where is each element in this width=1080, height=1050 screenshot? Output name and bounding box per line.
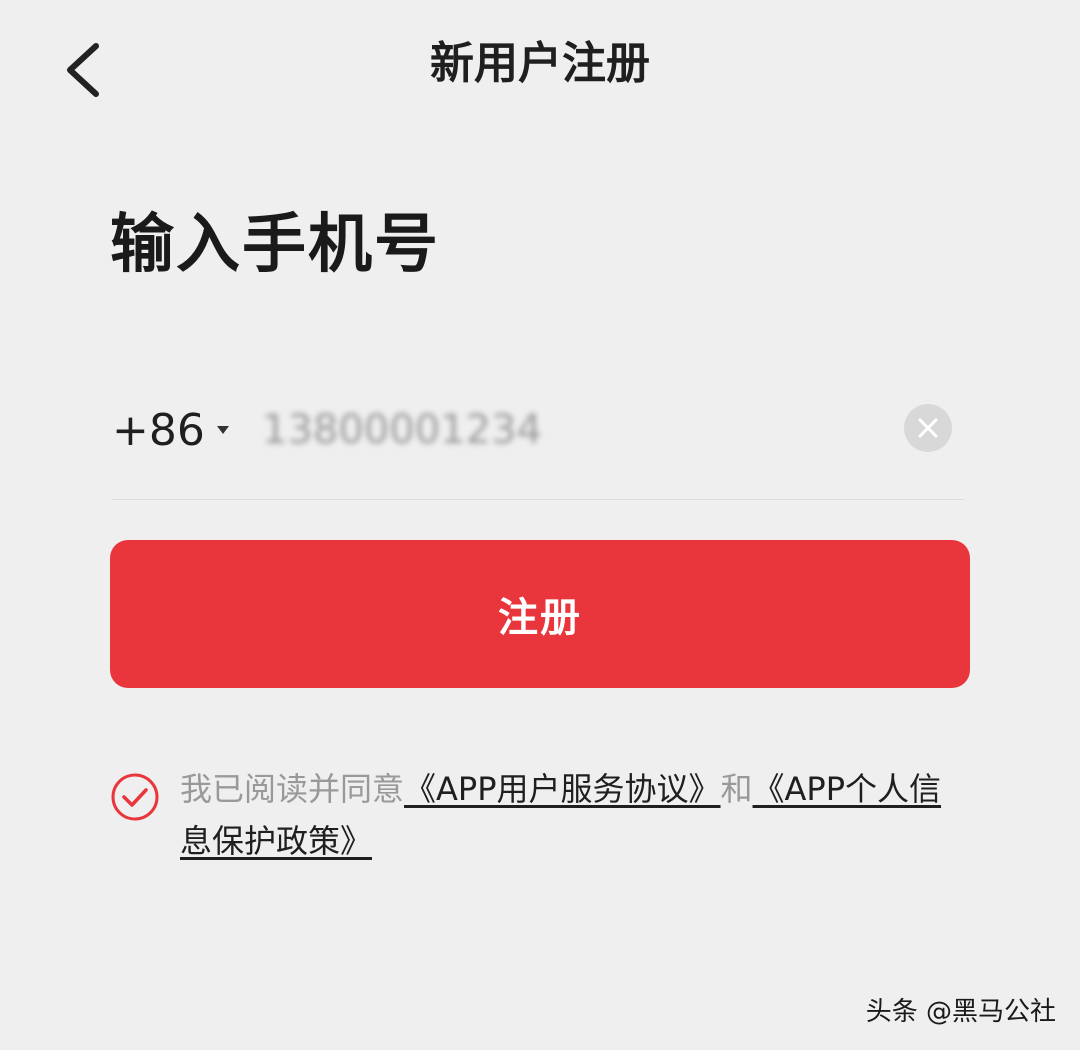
agreement-checkbox[interactable]	[110, 772, 160, 822]
country-code-label: +86	[112, 404, 205, 456]
service-agreement-link[interactable]: 《APP用户服务协议》	[404, 770, 721, 808]
clear-input-button[interactable]	[904, 404, 952, 452]
country-code-selector[interactable]: +86	[112, 400, 229, 460]
phone-input[interactable]	[262, 400, 862, 460]
section-heading: 输入手机号	[110, 208, 440, 282]
checkmark-circle-icon	[111, 773, 159, 821]
input-divider	[112, 499, 964, 500]
watermark: 头条 @黑马公社	[865, 997, 1056, 1027]
caret-down-icon	[216, 426, 229, 434]
register-button[interactable]: 注册	[110, 540, 970, 688]
agreement-prefix: 我已阅读并同意	[180, 770, 405, 808]
agreement-text: 我已阅读并同意《APP用户服务协议》和《APP个人信息保护政策》	[180, 763, 970, 867]
close-icon	[918, 418, 938, 438]
page-title: 新用户注册	[430, 38, 650, 89]
agreement-conjunction: 和	[720, 770, 753, 808]
